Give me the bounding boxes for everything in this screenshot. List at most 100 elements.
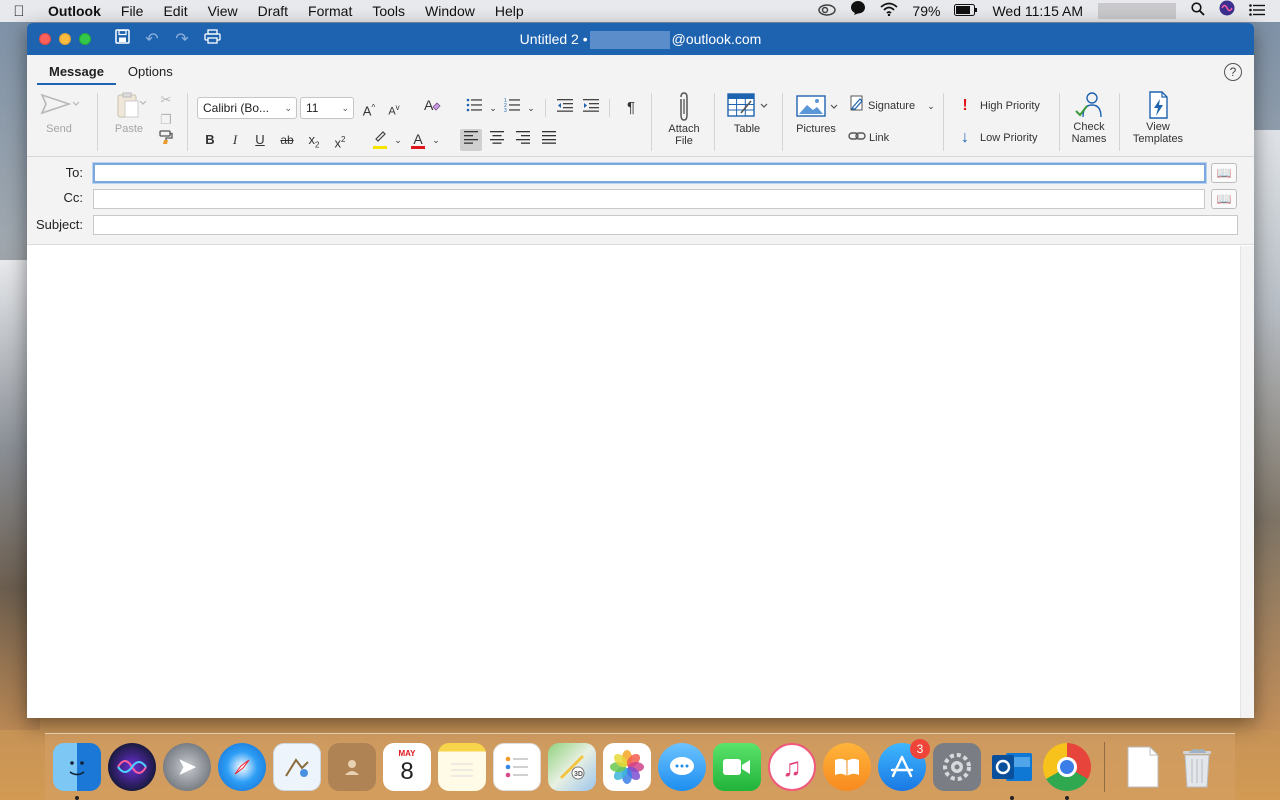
tab-options[interactable]: Options — [116, 64, 185, 85]
chevron-down-icon[interactable]: ⌄ — [425, 129, 447, 151]
dock-siri[interactable] — [108, 743, 156, 791]
address-book-icon[interactable]: 📖 — [1211, 163, 1237, 183]
menu-tools[interactable]: Tools — [362, 0, 415, 22]
battery-icon[interactable] — [947, 0, 985, 22]
dock-maps[interactable]: 3D — [548, 743, 596, 791]
high-priority-icon[interactable]: ! — [954, 95, 976, 117]
spotlight-search-icon[interactable] — [1184, 0, 1212, 22]
dock-itunes[interactable]: ♫ — [768, 743, 816, 791]
dock-notes[interactable] — [438, 743, 486, 791]
chevron-down-icon[interactable]: ⌄ — [520, 97, 542, 119]
clear-formatting-icon[interactable]: A — [421, 97, 443, 119]
body-scrollbar[interactable] — [1240, 246, 1254, 718]
user-name-redacted[interactable] — [1098, 3, 1176, 19]
dock-trash[interactable] — [1173, 743, 1221, 791]
italic-button[interactable]: I — [224, 129, 246, 151]
align-center-button[interactable] — [486, 129, 508, 151]
show-formatting-marks-icon[interactable]: ¶ — [620, 97, 642, 119]
check-names-button[interactable]: Check Names — [1065, 89, 1113, 145]
align-left-button[interactable] — [460, 129, 482, 151]
paste-button[interactable]: Paste — [105, 91, 153, 135]
dock-messages[interactable] — [658, 743, 706, 791]
menu-file[interactable]: File — [111, 0, 154, 22]
address-book-icon[interactable]: 📖 — [1211, 189, 1237, 209]
dock-launchpad[interactable]: ➤ — [163, 743, 211, 791]
strikethrough-button[interactable]: ab — [276, 129, 298, 151]
maximize-window-button[interactable] — [79, 33, 91, 45]
dock-facetime[interactable] — [713, 743, 761, 791]
font-size-select[interactable]: 11 ⌄ — [300, 97, 354, 119]
view-templates-button[interactable]: View Templates — [1125, 89, 1191, 145]
menu-draft[interactable]: Draft — [248, 0, 298, 22]
dock-app-store[interactable]: 3 — [878, 739, 930, 791]
dock-system-preferences[interactable] — [933, 743, 981, 791]
svg-text:3D: 3D — [574, 771, 583, 778]
signature-icon[interactable] — [846, 95, 868, 117]
redo-icon[interactable]: ↷ — [173, 29, 191, 49]
apple-menu-icon[interactable]:  — [0, 3, 38, 20]
battery-percent[interactable]: 79% — [905, 0, 947, 22]
font-name-select[interactable]: Calibri (Bo... ⌄ — [197, 97, 297, 119]
low-priority-button[interactable]: Low Priority — [980, 131, 1037, 145]
menubar-clock[interactable]: Wed 11:15 AM — [985, 0, 1090, 22]
signature-button[interactable]: Signature — [868, 99, 915, 113]
dock-finder[interactable] — [53, 743, 101, 800]
dock-document[interactable] — [1118, 743, 1166, 791]
pictures-button[interactable]: Pictures — [790, 91, 842, 135]
low-priority-icon[interactable]: ↓ — [954, 127, 976, 149]
table-button[interactable]: Table — [721, 91, 773, 135]
subscript-button[interactable]: x2 — [303, 129, 325, 151]
menu-view[interactable]: View — [198, 0, 248, 22]
dock-reminders[interactable] — [493, 743, 541, 791]
menu-app-name[interactable]: Outlook — [38, 0, 111, 22]
attach-file-button[interactable]: Attach File — [657, 91, 711, 147]
underline-button[interactable]: U — [249, 129, 271, 151]
creative-cloud-icon[interactable] — [811, 0, 843, 22]
link-button[interactable]: Link — [869, 131, 889, 145]
siri-icon[interactable] — [1212, 0, 1242, 22]
undo-icon[interactable]: ↶ — [143, 29, 161, 49]
justify-button[interactable] — [538, 129, 560, 151]
dock-safari[interactable] — [218, 743, 266, 791]
increase-font-size-icon[interactable]: A^ — [358, 97, 380, 119]
cut-icon[interactable]: ✂ — [155, 89, 177, 111]
copy-icon[interactable]: ❐ — [155, 109, 177, 131]
notification-center-icon[interactable] — [1242, 0, 1272, 22]
tab-message[interactable]: Message — [37, 64, 116, 85]
print-icon[interactable] — [203, 29, 221, 49]
message-body-editor[interactable] — [27, 246, 1254, 718]
chevron-down-icon[interactable]: ⌄ — [387, 129, 409, 151]
align-right-button[interactable] — [512, 129, 534, 151]
menu-format[interactable]: Format — [298, 0, 362, 22]
dock-outlook[interactable] — [988, 743, 1036, 800]
chevron-down-icon[interactable]: ⌄ — [920, 95, 942, 117]
subject-field[interactable] — [93, 215, 1238, 235]
menu-window[interactable]: Window — [415, 0, 485, 22]
increase-indent-icon[interactable] — [580, 97, 602, 119]
cc-field[interactable] — [93, 189, 1205, 209]
menu-help[interactable]: Help — [485, 0, 534, 22]
high-priority-button[interactable]: High Priority — [980, 99, 1040, 113]
dock-chrome[interactable] — [1043, 743, 1091, 800]
close-window-button[interactable] — [39, 33, 51, 45]
dock-mail[interactable] — [273, 743, 321, 791]
minimize-window-button[interactable] — [59, 33, 71, 45]
help-icon[interactable]: ? — [1224, 63, 1242, 81]
chat-bubble-icon[interactable] — [843, 0, 873, 22]
send-button[interactable]: Send — [35, 91, 83, 135]
dock-calendar[interactable]: MAY 8 — [383, 743, 431, 791]
superscript-button[interactable]: x2 — [329, 129, 351, 151]
check-names-label-1: Check — [1073, 121, 1105, 133]
format-painter-icon[interactable] — [155, 129, 177, 151]
bold-button[interactable]: B — [199, 129, 221, 151]
decrease-indent-icon[interactable] — [554, 97, 576, 119]
dock-ibooks[interactable] — [823, 743, 871, 791]
save-icon[interactable] — [113, 29, 131, 49]
wifi-icon[interactable] — [873, 0, 905, 22]
dock-photos[interactable] — [603, 743, 651, 791]
to-field[interactable] — [93, 163, 1206, 183]
menu-edit[interactable]: Edit — [153, 0, 197, 22]
link-icon[interactable] — [846, 127, 868, 149]
decrease-font-size-icon[interactable]: Av — [383, 97, 405, 119]
dock-contacts[interactable] — [328, 743, 376, 791]
